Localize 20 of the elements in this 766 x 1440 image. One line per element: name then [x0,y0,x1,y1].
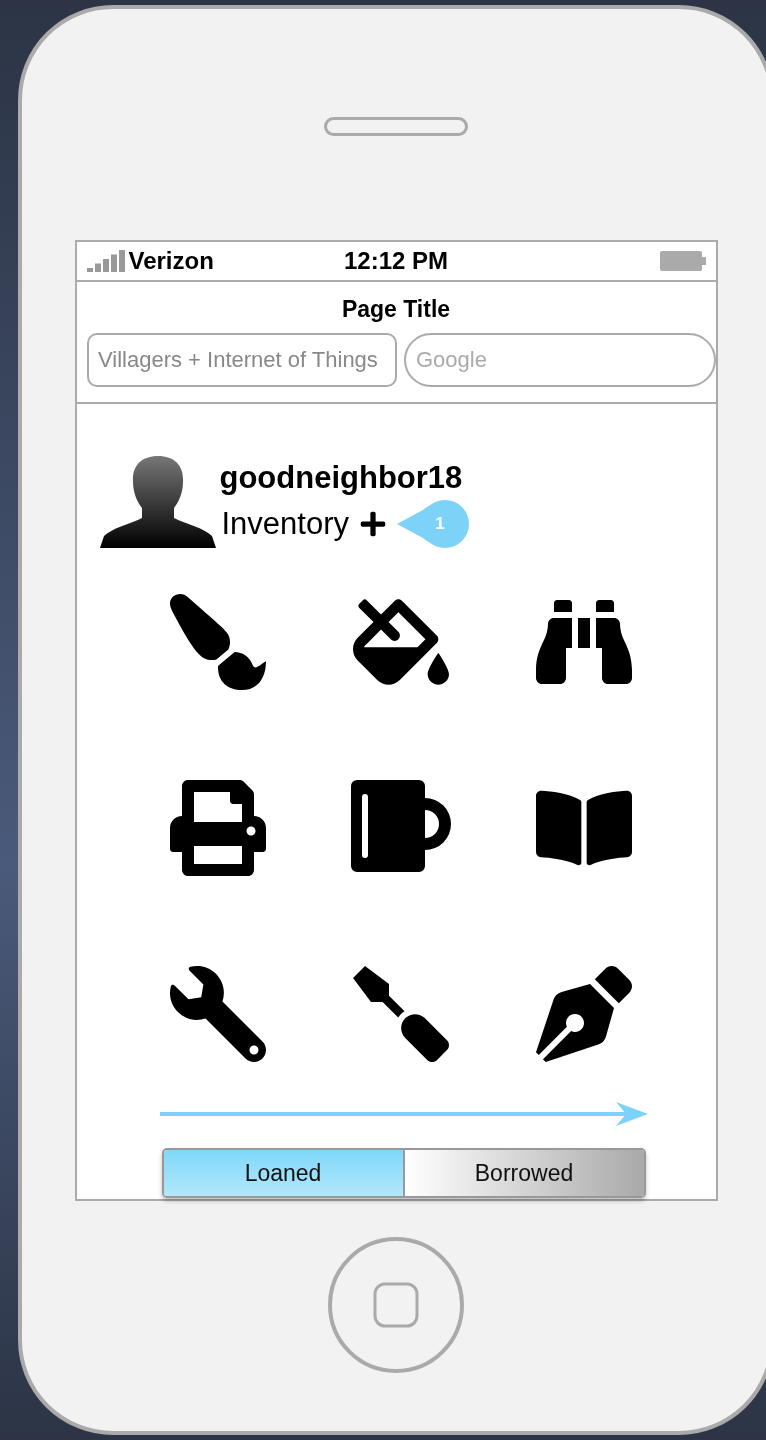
notification-badge: 1 [397,500,469,548]
screwdriver-icon [353,966,449,1062]
segment-tab[interactable]: Borrowed [402,1150,644,1196]
inventory-heading: Inventory [221,506,349,542]
add-icon[interactable] [359,510,387,538]
battery-icon [659,251,706,271]
home-square-icon [373,1282,419,1328]
page-title: Page Title [341,296,451,323]
search-field[interactable]: Villagers + Internet of Things [87,333,397,387]
segment-tab[interactable]: Loaned [163,1150,403,1196]
username: goodneighbor18 [219,460,464,496]
printer-icon [170,780,266,876]
wrench-icon [170,966,266,1062]
mug-icon [351,780,451,872]
paintbrush-icon [170,594,266,690]
signal-icon [86,250,125,272]
search-engine-field[interactable]: Google [404,333,716,387]
pen-nib-icon [536,966,632,1062]
clock-time: 12:12 PM [343,247,449,275]
carrier-name: Verizon [128,247,214,275]
